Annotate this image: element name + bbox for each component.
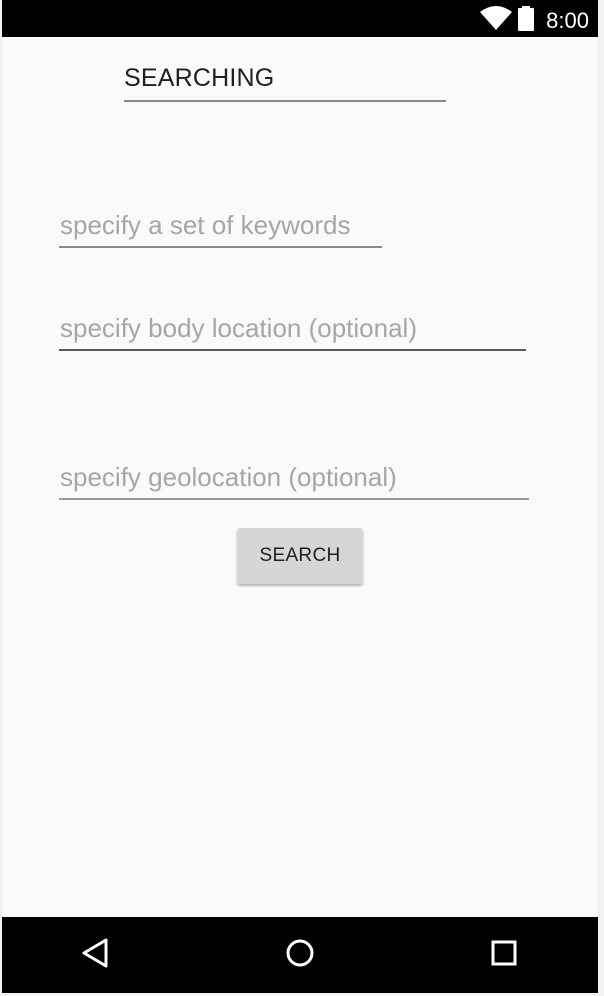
geolocation-input[interactable]	[59, 456, 529, 500]
home-icon	[285, 938, 315, 973]
recents-icon	[490, 939, 518, 972]
back-button[interactable]	[55, 917, 135, 993]
status-bar: 8:00	[2, 0, 598, 37]
page-title: SEARCHING	[124, 64, 275, 92]
keywords-input[interactable]	[59, 204, 382, 248]
recents-button[interactable]	[464, 917, 544, 993]
home-button[interactable]	[260, 917, 340, 993]
title-field[interactable]: SEARCHING	[124, 60, 446, 102]
navigation-bar	[2, 917, 598, 993]
body-location-input[interactable]	[59, 307, 526, 351]
wifi-icon	[480, 6, 512, 35]
app-screen: 8:00 SEARCHING SEARCH	[2, 0, 598, 993]
status-time: 8:00	[546, 8, 589, 33]
search-button[interactable]: SEARCH	[237, 528, 363, 584]
back-icon	[81, 938, 109, 973]
battery-icon	[517, 6, 535, 36]
